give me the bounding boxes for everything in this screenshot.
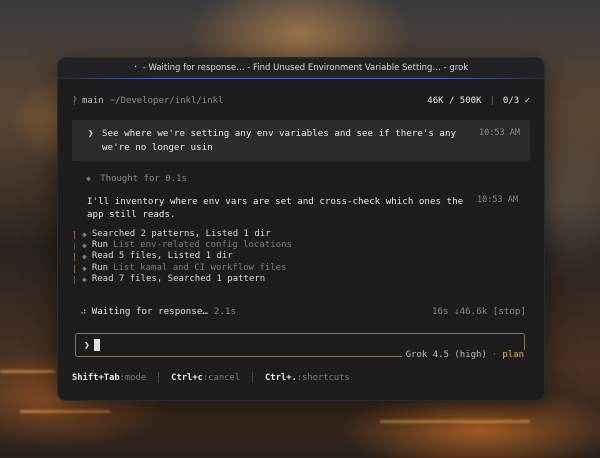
thought-indicator[interactable]: ◆ Thought for 0.1s — [86, 174, 187, 184]
prompt-caret-icon: ❯ — [88, 128, 94, 139]
model-indicator[interactable]: Grok 4.5 (high) · plan — [401, 350, 528, 360]
diamond-icon: ◆ — [86, 174, 91, 183]
model-separator: · — [491, 350, 498, 360]
shortcut-shortcuts[interactable]: Ctrl+.:shortcuts — [265, 373, 350, 383]
tool-bar-marker: | — [72, 230, 77, 239]
tool-call-verb: Read 7 files, Searched 1 pattern — [91, 273, 266, 284]
tool-call-verb: Read 5 files, Listed 1 dir — [91, 251, 233, 262]
thought-label: Thought — [100, 174, 139, 184]
tool-call-row[interactable]: | ◆ Read 5 files, Listed 1 dir — [72, 251, 292, 262]
text-cursor — [94, 339, 100, 351]
window-title: ⠂ - Waiting for response… - Find Unused … — [133, 63, 469, 73]
prompt-caret-icon: ❯ — [84, 340, 90, 351]
model-name: Grok 4.5 (high) — [405, 350, 487, 360]
window-titlebar: ⠂ - Waiting for response… - Find Unused … — [58, 58, 544, 79]
mode-label: plan — [502, 350, 524, 360]
token-usage: 46K / 500K — [427, 96, 482, 106]
message-timestamp: 10:53 AM — [479, 128, 520, 138]
title-accent-line — [58, 77, 544, 79]
user-message: ❯ See where we're setting any env variab… — [72, 120, 530, 161]
shortcut-key: Ctrl+. — [265, 372, 297, 383]
waiting-elapsed: 2.1s — [213, 306, 237, 317]
assistant-timestamp: 10:53 AM — [477, 195, 518, 205]
branch-name: main — [82, 96, 104, 106]
branch-icon: ᚹ — [72, 95, 78, 107]
thought-duration: for 0.1s — [143, 174, 187, 184]
background-light-streak — [0, 370, 55, 373]
tool-bar-marker: | — [72, 263, 77, 273]
tool-call-verb: Run — [91, 240, 109, 251]
tool-bar-marker: | — [72, 252, 77, 262]
tool-call-row[interactable]: | ◆ Read 7 files, Searched 1 pattern — [72, 274, 292, 285]
shortcut-desc: :cancel — [202, 372, 241, 383]
stream-stats[interactable]: 16s ↓46.6k [stop] — [432, 306, 526, 317]
working-directory: ~/Developer/inkl/inkl — [109, 96, 224, 106]
footer-divider — [158, 372, 160, 383]
shortcut-cancel[interactable]: Ctrl+c:cancel — [171, 373, 240, 383]
terminal-window: ⠂ - Waiting for response… - Find Unused … — [57, 57, 545, 401]
waiting-status: ⠴ Waiting for response… 2.1s 16s ↓46.6k … — [80, 306, 526, 317]
tool-bar-marker: | — [72, 274, 77, 284]
diamond-icon: ◆ — [82, 241, 87, 251]
tool-call-list: | ◆ Searched 2 patterns, Listed 1 dir | … — [72, 229, 292, 285]
shortcut-desc: :shortcuts — [296, 372, 350, 383]
tool-call-detail: List kamal and CI workflow files — [113, 262, 287, 273]
shortcut-footer: Shift+Tab:mode Ctrl+c:cancel Ctrl+.:shor… — [72, 372, 350, 383]
background-light-streak — [20, 410, 110, 413]
assistant-message-text: I'll inventory where env vars are set an… — [87, 196, 464, 220]
tool-call-detail: List env-related config locations — [113, 240, 292, 251]
footer-divider — [252, 372, 254, 383]
diamond-icon: ◆ — [82, 263, 87, 273]
tool-call-row[interactable]: | ◆ Run List env-related config location… — [72, 240, 292, 251]
status-bar: ᚹ main ~/Developer/inkl/inkl 46K / 500K … — [72, 94, 530, 108]
tool-call-verb: Run — [91, 262, 109, 273]
user-message-text: See where we're setting any env variable… — [102, 128, 457, 153]
spinner-icon: ⠴ — [80, 306, 87, 317]
tool-call-verb: Searched 2 patterns, Listed 1 dir — [91, 229, 271, 239]
todo-counter[interactable]: 0/3 ✓ — [503, 96, 530, 106]
diamond-icon: ◆ — [82, 252, 87, 262]
background-light-streak — [380, 420, 530, 423]
shortcut-key: Shift+Tab — [72, 372, 120, 383]
status-right: 46K / 500K | 0/3 ✓ — [427, 96, 530, 106]
tool-call-row[interactable]: | ◆ Searched 2 patterns, Listed 1 dir — [72, 229, 292, 240]
shortcut-desc: :mode — [119, 372, 147, 383]
waiting-text: Waiting for response… — [91, 306, 208, 317]
diamond-icon: ◆ — [82, 274, 87, 284]
shortcut-mode[interactable]: Shift+Tab:mode — [72, 373, 146, 383]
assistant-message: I'll inventory where env vars are set an… — [87, 195, 467, 221]
diamond-icon: ◆ — [82, 230, 87, 239]
shortcut-key: Ctrl+c — [171, 372, 203, 383]
status-separator: | — [489, 96, 495, 106]
tool-bar-marker: | — [72, 241, 77, 251]
tool-call-row[interactable]: | ◆ Run List kamal and CI workflow files — [72, 263, 292, 274]
